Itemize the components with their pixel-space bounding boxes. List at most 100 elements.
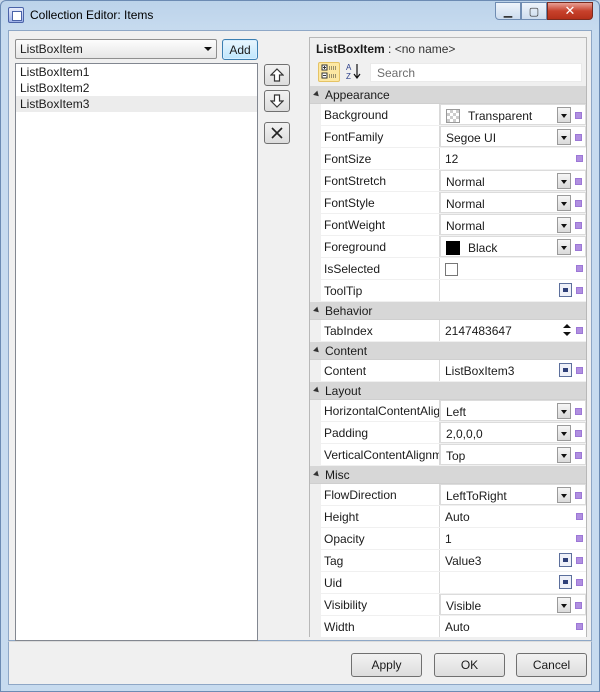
dropdown-arrow-icon[interactable] [557,487,571,503]
dropdown-arrow-icon[interactable] [557,195,571,211]
items-list[interactable]: ListBoxItem1 ListBoxItem2 ListBoxItem3 [15,63,258,641]
add-button[interactable]: Add [222,39,258,60]
ok-button[interactable]: OK [434,653,505,677]
property-value-editor[interactable]: 1 [440,528,586,549]
category-header[interactable]: Appearance [310,86,586,104]
property-value-editor[interactable]: Normal [440,214,586,235]
remove-item-button[interactable] [264,122,290,144]
property-marker-icon[interactable] [576,557,583,564]
property-marker-icon[interactable] [575,430,582,437]
property-value-editor[interactable]: Normal [440,170,586,191]
property-value-editor[interactable]: Left [440,400,586,421]
property-name: Visibility [321,594,440,615]
property-marker-icon[interactable] [575,178,582,185]
property-value-text: Normal [446,219,485,233]
property-marker-icon[interactable] [575,200,582,207]
category-header[interactable]: Layout [310,382,586,400]
property-value-editor[interactable]: 2147483647 [440,320,586,341]
category-header[interactable]: Behavior [310,302,586,320]
property-marker-icon[interactable] [575,492,582,499]
apply-button[interactable]: Apply [351,653,422,677]
property-value-editor[interactable]: Black [440,236,586,257]
property-name: FontWeight [321,214,440,235]
dropdown-arrow-icon[interactable] [557,239,571,255]
item-type-combobox[interactable]: ListBoxItem [15,39,217,59]
property-value-editor[interactable]: Top [440,444,586,465]
move-up-button[interactable] [264,64,290,86]
collapse-icon[interactable] [313,306,321,315]
list-item[interactable]: ListBoxItem1 [16,64,257,80]
property-value-editor[interactable]: Auto [440,506,586,527]
property-marker-icon[interactable] [575,244,582,251]
collapse-icon[interactable] [313,470,321,479]
dropdown-arrow-icon[interactable] [557,107,571,123]
spinner-arrows-icon[interactable] [562,322,572,338]
collapse-icon[interactable] [313,346,321,355]
property-value-editor[interactable]: LeftToRight [440,484,586,505]
alphabetical-view-button[interactable]: A Z [344,62,366,82]
open-editor-icon[interactable] [559,363,572,377]
checkbox[interactable] [445,263,458,276]
property-marker-icon[interactable] [576,579,583,586]
open-editor-icon[interactable] [559,553,572,567]
property-value-editor[interactable]: 12 [440,148,586,169]
property-row: FontSize 12 [310,148,586,170]
dropdown-arrow-icon[interactable] [557,447,571,463]
property-name: Content [321,360,440,381]
category-label: Content [325,344,368,358]
maximize-icon: ▢ [528,5,540,18]
list-item[interactable]: ListBoxItem2 [16,80,257,96]
property-marker-icon[interactable] [576,367,583,374]
category-header[interactable]: Misc [310,466,586,484]
property-value-editor[interactable]: Auto [440,616,586,637]
dropdown-arrow-icon[interactable] [557,425,571,441]
property-marker-icon[interactable] [576,623,583,630]
maximize-button[interactable]: ▢ [521,2,547,20]
property-value-text: Normal [446,175,485,189]
property-marker-icon[interactable] [575,112,582,119]
property-value-editor[interactable]: Normal [440,192,586,213]
property-value-editor[interactable]: Value3 [440,550,586,571]
dropdown-arrow-icon[interactable] [557,403,571,419]
property-marker-icon[interactable] [576,155,583,162]
list-item[interactable]: ListBoxItem3 [16,96,257,112]
close-button[interactable]: ✕ [547,2,593,20]
cancel-button[interactable]: Cancel [516,653,587,677]
svg-text:Z: Z [346,72,351,80]
minimize-button[interactable]: ▁ [495,2,521,20]
property-marker-icon[interactable] [575,602,582,609]
dropdown-arrow-icon[interactable] [557,217,571,233]
property-marker-icon[interactable] [576,535,583,542]
open-editor-icon[interactable] [559,283,572,297]
row-gutter [310,126,321,147]
property-marker-icon[interactable] [576,287,583,294]
property-value-editor[interactable]: Transparent [440,104,586,125]
property-value-editor[interactable] [440,258,586,279]
dropdown-arrow-icon[interactable] [557,173,571,189]
property-name: FontFamily [321,126,440,147]
property-row: Tag Value3 [310,550,586,572]
move-down-button[interactable] [264,90,290,112]
property-marker-icon[interactable] [575,222,582,229]
property-marker-icon[interactable] [575,452,582,459]
property-marker-icon[interactable] [575,408,582,415]
property-value-editor[interactable] [440,572,586,593]
dropdown-arrow-icon[interactable] [557,597,571,613]
property-row: Opacity 1 [310,528,586,550]
category-header[interactable]: Content [310,342,586,360]
property-value-editor[interactable]: 2,0,0,0 [440,422,586,443]
property-marker-icon[interactable] [576,327,583,334]
property-value-editor[interactable]: Visible [440,594,586,615]
dropdown-arrow-icon[interactable] [557,129,571,145]
property-value-editor[interactable] [440,280,586,301]
collapse-icon[interactable] [313,90,321,99]
categorized-view-button[interactable] [318,62,340,82]
property-marker-icon[interactable] [576,513,583,520]
property-marker-icon[interactable] [576,265,583,272]
property-search-input[interactable]: Search [370,63,582,82]
collapse-icon[interactable] [313,386,321,395]
property-value-editor[interactable]: ListBoxItem3 [440,360,586,381]
property-marker-icon[interactable] [575,134,582,141]
property-value-editor[interactable]: Segoe UI [440,126,586,147]
open-editor-icon[interactable] [559,575,572,589]
